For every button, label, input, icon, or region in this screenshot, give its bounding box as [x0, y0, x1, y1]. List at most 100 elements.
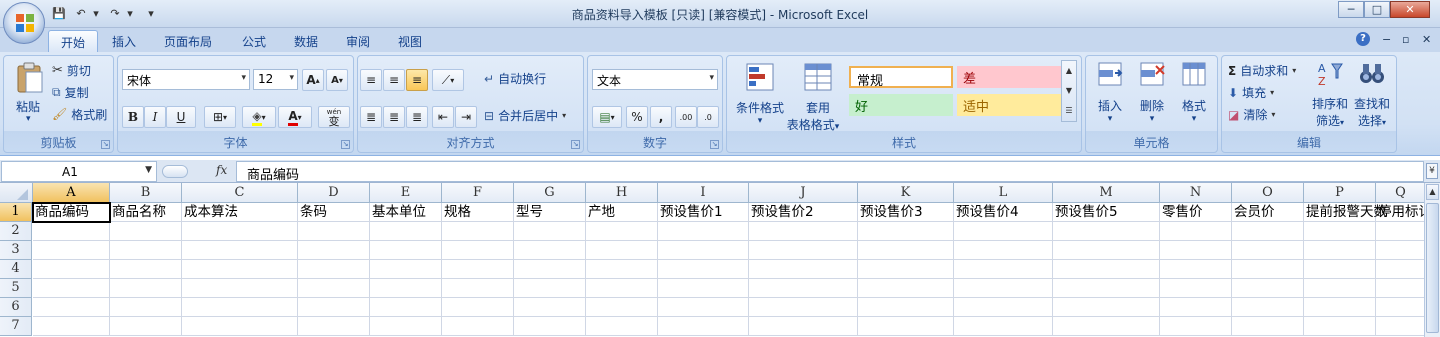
cell-k4[interactable]	[858, 260, 954, 279]
tab-review[interactable]: 审阅	[334, 30, 382, 52]
row-header-6[interactable]: 6	[0, 298, 32, 317]
column-header-c[interactable]: C	[182, 183, 298, 203]
format-as-table-button[interactable]: 套用 表格格式▾	[787, 60, 847, 132]
cell-d6[interactable]	[298, 298, 370, 317]
percent-button[interactable]: %	[626, 106, 648, 128]
wrap-text-button[interactable]: ↵ 自动换行	[484, 70, 546, 87]
cell-m1[interactable]: 预设售价5	[1053, 203, 1160, 222]
redo-dropdown-icon[interactable]: ▾	[124, 4, 136, 22]
cell-f3[interactable]	[442, 241, 514, 260]
name-box[interactable]: A1 ▼	[1, 161, 157, 182]
cell-m3[interactable]	[1053, 241, 1160, 260]
cell-n5[interactable]	[1160, 279, 1232, 298]
column-header-n[interactable]: N	[1160, 183, 1232, 203]
cell-p4[interactable]	[1304, 260, 1376, 279]
tab-formulas[interactable]: 公式	[230, 30, 278, 52]
cell-a3[interactable]	[33, 241, 110, 260]
cell-n4[interactable]	[1160, 260, 1232, 279]
decrease-indent-icon[interactable]: ⇤	[432, 106, 454, 128]
cell-j2[interactable]	[749, 222, 858, 241]
row-header-4[interactable]: 4	[0, 260, 32, 279]
help-icon[interactable]: ?	[1356, 32, 1370, 46]
column-header-b[interactable]: B	[110, 183, 182, 203]
cell-a1[interactable]: 商品编码	[33, 203, 110, 222]
cell-d5[interactable]	[298, 279, 370, 298]
cell-d1[interactable]: 条码	[298, 203, 370, 222]
cell-p7[interactable]	[1304, 317, 1376, 336]
clear-button[interactable]: ◪ 清除 ▾	[1228, 106, 1275, 123]
cell-i6[interactable]	[658, 298, 749, 317]
ribbon-minimize-icon[interactable]: −	[1382, 33, 1391, 46]
align-center-icon[interactable]: ≣	[383, 106, 405, 128]
cell-i3[interactable]	[658, 241, 749, 260]
cell-e1[interactable]: 基本单位	[370, 203, 442, 222]
cell-f1[interactable]: 规格	[442, 203, 514, 222]
font-size-combo[interactable]: 12 ▾	[253, 69, 298, 90]
row-header-2[interactable]: 2	[0, 222, 32, 241]
cell-j6[interactable]	[749, 298, 858, 317]
paste-button[interactable]: 粘贴 ▾	[10, 60, 50, 130]
column-header-m[interactable]: M	[1053, 183, 1160, 203]
cell-h4[interactable]	[586, 260, 658, 279]
select-all-button[interactable]	[0, 183, 33, 203]
number-format-combo[interactable]: 文本 ▾	[592, 69, 718, 90]
cell-b6[interactable]	[110, 298, 182, 317]
tab-insert[interactable]: 插入	[100, 30, 148, 52]
find-select-button[interactable]: 查找和 选择▾	[1352, 60, 1392, 129]
column-header-p[interactable]: P	[1304, 183, 1376, 203]
cell-i4[interactable]	[658, 260, 749, 279]
cell-j7[interactable]	[749, 317, 858, 336]
cell-p1[interactable]: 提前报警天数	[1304, 203, 1387, 222]
fill-color-button[interactable]: ◈ ▾	[242, 106, 276, 128]
cell-b4[interactable]	[110, 260, 182, 279]
cell-l5[interactable]	[954, 279, 1053, 298]
cell-d2[interactable]	[298, 222, 370, 241]
cell-d3[interactable]	[298, 241, 370, 260]
clipboard-launcher-icon[interactable]: ↘	[101, 140, 110, 149]
bold-button[interactable]: B	[122, 106, 144, 128]
column-header-d[interactable]: D	[298, 183, 370, 203]
cell-o5[interactable]	[1232, 279, 1304, 298]
worksheet-grid[interactable]: ABCDEFGHIJKLMNOPQ 1234567 商品编码 商品名称 成本算法 条码…	[0, 183, 1432, 337]
cell-i1[interactable]: 预设售价1	[658, 203, 749, 222]
autosum-button[interactable]: Σ 自动求和 ▾	[1228, 62, 1296, 79]
cell-b5[interactable]	[110, 279, 182, 298]
increase-indent-icon[interactable]: ⇥	[455, 106, 477, 128]
row-header-1[interactable]: 1	[0, 203, 32, 222]
cell-b3[interactable]	[110, 241, 182, 260]
cell-o6[interactable]	[1232, 298, 1304, 317]
cell-n3[interactable]	[1160, 241, 1232, 260]
styles-gallery-scroll[interactable]: ▲ ▼ ☰	[1061, 60, 1077, 122]
cell-f2[interactable]	[442, 222, 514, 241]
column-header-a[interactable]: A	[33, 183, 110, 203]
insert-cells-button[interactable]: 插入 ▾	[1090, 60, 1130, 124]
cell-f5[interactable]	[442, 279, 514, 298]
cell-l3[interactable]	[954, 241, 1053, 260]
cell-q2[interactable]	[1376, 222, 1426, 241]
cell-n1[interactable]: 零售价	[1160, 203, 1232, 222]
maximize-button[interactable]: □	[1364, 1, 1390, 18]
column-header-h[interactable]: H	[586, 183, 658, 203]
cell-p3[interactable]	[1304, 241, 1376, 260]
cell-b2[interactable]	[110, 222, 182, 241]
delete-cells-button[interactable]: 删除 ▾	[1132, 60, 1172, 124]
font-launcher-icon[interactable]: ↘	[341, 140, 350, 149]
ribbon-restore-icon[interactable]: ▫	[1402, 33, 1409, 46]
align-right-icon[interactable]: ≣	[406, 106, 428, 128]
cell-g7[interactable]	[514, 317, 586, 336]
cell-o1[interactable]: 会员价	[1232, 203, 1304, 222]
merge-center-button[interactable]: ⊟ 合并后居中 ▾	[484, 107, 566, 124]
cell-f7[interactable]	[442, 317, 514, 336]
column-header-g[interactable]: G	[514, 183, 586, 203]
cell-a5[interactable]	[33, 279, 110, 298]
row-header-3[interactable]: 3	[0, 241, 32, 260]
cell-h2[interactable]	[586, 222, 658, 241]
cell-a4[interactable]	[33, 260, 110, 279]
redo-icon[interactable]: ↷	[106, 4, 124, 22]
cell-e3[interactable]	[370, 241, 442, 260]
cell-j5[interactable]	[749, 279, 858, 298]
column-header-k[interactable]: K	[858, 183, 954, 203]
cell-k5[interactable]	[858, 279, 954, 298]
cell-h7[interactable]	[586, 317, 658, 336]
cell-j1[interactable]: 预设售价2	[749, 203, 858, 222]
